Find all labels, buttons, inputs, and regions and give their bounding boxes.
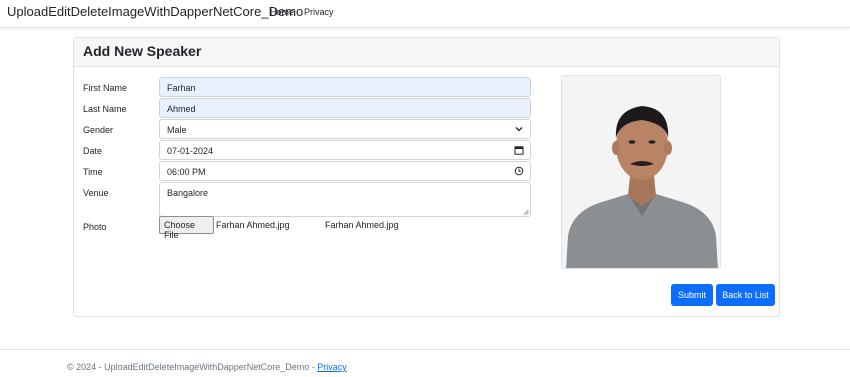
venue-label: Venue (83, 188, 109, 198)
card-header: Add New Speaker (74, 38, 779, 67)
last-name-input[interactable]: Ahmed (159, 98, 531, 118)
existing-photo-name: Farhan Ahmed.jpg (325, 220, 399, 230)
speaker-photo (561, 75, 721, 269)
time-value: 06:00 PM (167, 167, 206, 177)
gender-value: Male (167, 125, 187, 135)
speaker-portrait-image (562, 76, 720, 268)
calendar-icon[interactable] (514, 145, 524, 155)
venue-value: Bangalore (167, 188, 209, 198)
first-name-input[interactable]: Farhan (159, 77, 531, 97)
clock-icon[interactable] (514, 166, 524, 176)
last-name-value: Ahmed (167, 104, 196, 114)
page-title: Add New Speaker (83, 43, 202, 59)
gender-select[interactable]: Male (159, 119, 531, 139)
last-name-label: Last Name (83, 104, 127, 114)
date-label: Date (83, 146, 103, 156)
chosen-file-name: Farhan Ahmed.jpg (216, 220, 290, 230)
gender-label: Gender (83, 125, 114, 135)
footer-privacy-link[interactable]: Privacy (317, 362, 347, 372)
back-to-list-button[interactable]: Back to List (716, 284, 775, 306)
chevron-down-icon (515, 127, 523, 132)
choose-file-button[interactable]: Choose File (159, 216, 214, 240)
date-input[interactable]: 07-01-2024 (159, 140, 531, 160)
time-input[interactable]: 06:00 PM (159, 161, 531, 181)
nav-home-link[interactable]: Home (270, 7, 294, 17)
venue-textarea[interactable]: Bangalore (159, 182, 531, 217)
date-value: 07-01-2024 (167, 146, 214, 156)
first-name-value: Farhan (167, 83, 196, 93)
footer-text: © 2024 - UploadEditDeleteImageWithDapper… (67, 362, 347, 372)
photo-label: Photo (83, 222, 107, 232)
nav-privacy-link[interactable]: Privacy (304, 7, 334, 17)
footer: © 2024 - UploadEditDeleteImageWithDapper… (0, 349, 850, 377)
resize-handle-icon[interactable] (523, 209, 529, 215)
footer-copyright: © 2024 - UploadEditDeleteImageWithDapper… (67, 362, 318, 372)
first-name-label: First Name (83, 83, 128, 93)
brand-link[interactable]: UploadEditDeleteImageWithDapperNetCore_D… (7, 4, 303, 19)
add-speaker-card: Add New Speaker First Name Farhan Last N… (73, 37, 780, 317)
time-label: Time (83, 167, 103, 177)
navbar: UploadEditDeleteImageWithDapperNetCore_D… (0, 0, 850, 28)
submit-button[interactable]: Submit (671, 284, 713, 306)
